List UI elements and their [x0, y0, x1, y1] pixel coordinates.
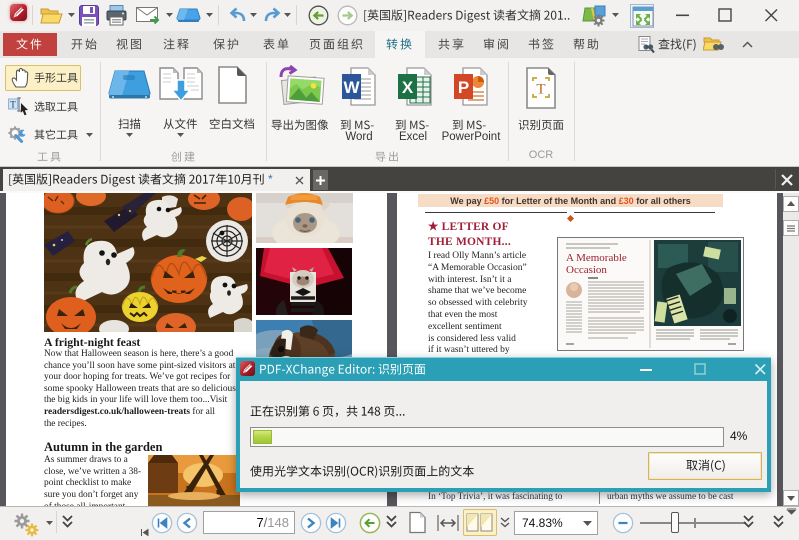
- svg-text:Occasion: Occasion: [566, 264, 607, 276]
- svg-text:X: X: [402, 78, 414, 97]
- svg-text:T: T: [536, 82, 545, 98]
- svg-text:A Memorable: A Memorable: [566, 252, 627, 264]
- svg-text:T: T: [10, 100, 16, 110]
- svg-text:W: W: [343, 78, 360, 97]
- svg-text:P: P: [458, 78, 469, 97]
